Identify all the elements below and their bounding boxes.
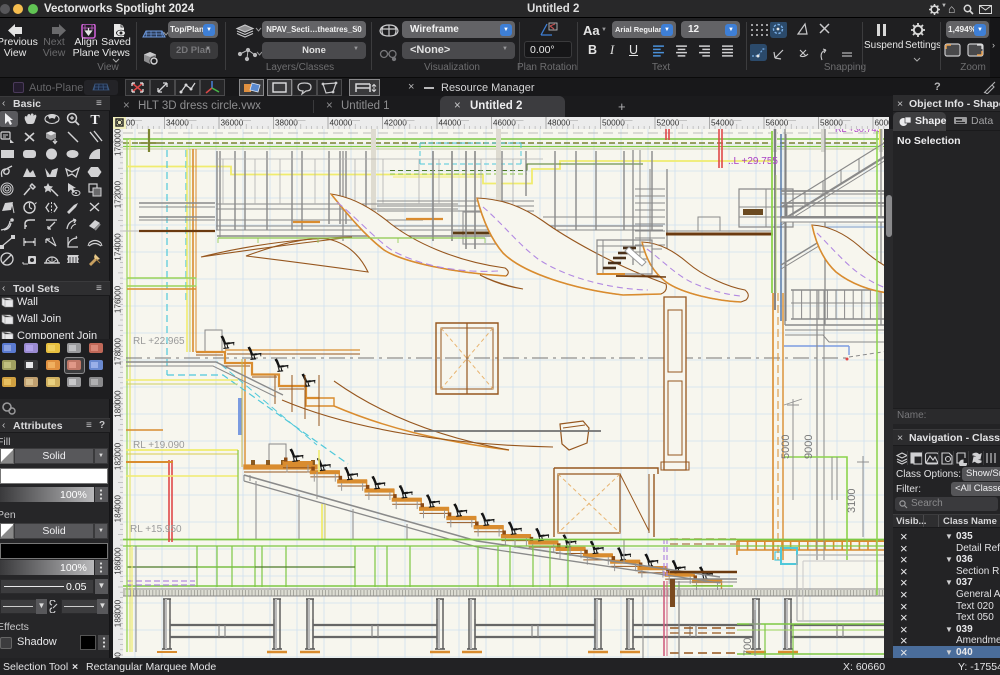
svg-text:T: T — [91, 113, 101, 127]
svg-text:60000: 60000 — [875, 119, 890, 128]
svg-text:170000: 170000 — [114, 129, 123, 156]
svg-text:00: 00 — [126, 119, 136, 128]
svg-text:182000: 182000 — [114, 442, 123, 470]
svg-text:44000: 44000 — [439, 119, 462, 128]
svg-text:48000: 48000 — [548, 119, 571, 128]
svg-text:9000: 9000 — [803, 435, 815, 459]
svg-text:172000: 172000 — [114, 181, 123, 209]
svg-text:178000: 178000 — [114, 338, 123, 366]
svg-text:34000: 34000 — [166, 119, 189, 128]
svg-text:RL +15.950: RL +15.950 — [130, 524, 182, 535]
svg-text:RL +22.965: RL +22.965 — [133, 336, 185, 347]
svg-text:184000: 184000 — [114, 495, 123, 523]
svg-text:180000: 180000 — [114, 390, 123, 418]
svg-text:56000: 56000 — [766, 119, 789, 128]
svg-text:188000: 188000 — [114, 599, 123, 627]
svg-text:RL +19.090: RL +19.090 — [133, 440, 185, 451]
svg-text:3100: 3100 — [846, 489, 858, 513]
svg-text:5000: 5000 — [780, 435, 792, 459]
svg-text:42000: 42000 — [384, 119, 407, 128]
svg-text:186000: 186000 — [114, 547, 123, 575]
svg-text:58000: 58000 — [820, 119, 843, 128]
svg-text:174000: 174000 — [114, 233, 123, 261]
svg-text:46000: 46000 — [493, 119, 516, 128]
svg-text:RL +30.745: RL +30.745 — [835, 129, 881, 134]
svg-text:700: 700 — [742, 638, 754, 656]
svg-text:176000: 176000 — [114, 285, 123, 313]
svg-text:38000: 38000 — [275, 119, 298, 128]
svg-text:50000: 50000 — [602, 119, 625, 128]
svg-text:54000: 54000 — [711, 119, 734, 128]
svg-text:52000: 52000 — [657, 119, 680, 128]
svg-text:36000: 36000 — [221, 119, 244, 128]
svg-text:..L +29.755: ..L +29.755 — [728, 156, 778, 167]
svg-text:40000: 40000 — [330, 119, 353, 128]
